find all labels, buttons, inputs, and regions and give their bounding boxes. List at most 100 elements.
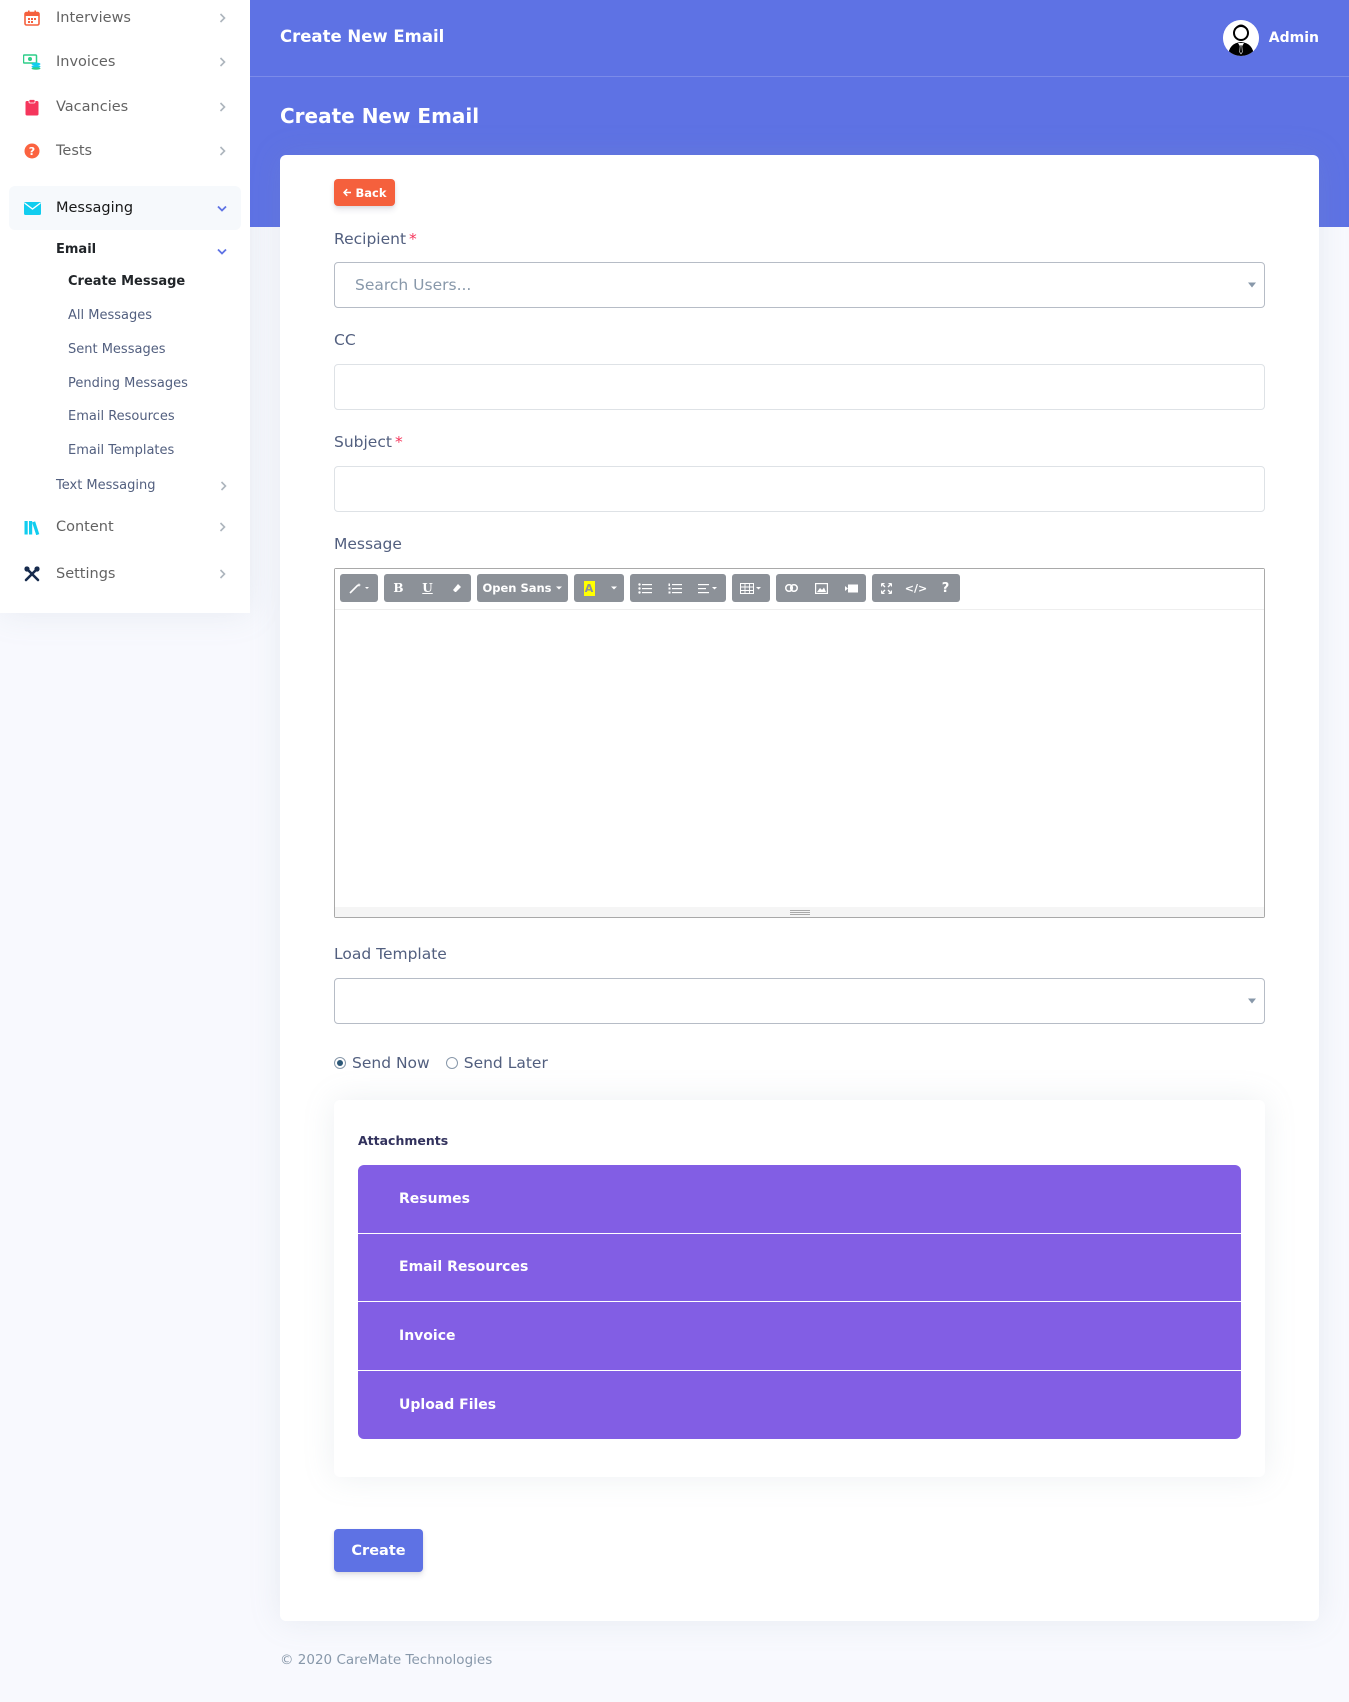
sidebar-item-label: Messaging	[56, 200, 134, 216]
email-form-card: Back Recipient * Search Users... CC Subje…	[280, 155, 1319, 1621]
radio-checked-icon	[334, 1057, 346, 1069]
highlight-color-icon[interactable]: A	[574, 574, 604, 602]
attachments-title: Attachments	[358, 1133, 449, 1148]
ordered-list-icon[interactable]	[660, 574, 690, 602]
message-label: Message	[334, 535, 402, 553]
table-icon[interactable]	[732, 574, 770, 602]
back-button-label: Back	[355, 185, 387, 200]
footer-copyright: © 2020 CareMate Technologies	[280, 1652, 493, 1668]
attachments-accordion: Resumes Email Resources Invoice Upload F…	[358, 1165, 1241, 1439]
toolbar-group-fontname: Open Sans	[477, 574, 568, 602]
chevron-right-icon	[217, 569, 227, 579]
clipboard-icon	[23, 98, 41, 116]
toolbar-group-color: A	[574, 574, 624, 602]
subject-label: Subject *	[334, 433, 403, 451]
svg-text:?: ?	[29, 145, 35, 158]
recipient-label-text: Recipient	[334, 230, 407, 248]
required-mark: *	[394, 433, 403, 451]
attachment-resumes[interactable]: Resumes	[358, 1165, 1241, 1234]
back-button[interactable]: Back	[334, 179, 395, 206]
subject-input[interactable]	[334, 466, 1265, 512]
fullscreen-icon[interactable]	[872, 574, 901, 602]
font-family-value: Open Sans	[482, 581, 552, 595]
message-editor-area[interactable]	[335, 610, 1264, 907]
sidebar-subitem-label: Email	[56, 241, 97, 257]
recipient-select[interactable]: Search Users...	[334, 262, 1265, 308]
load-template-label: Load Template	[334, 945, 447, 963]
sidebar-subitem-text-messaging[interactable]: Text Messaging	[56, 474, 241, 496]
send-later-label: Send Later	[463, 1054, 548, 1072]
sidebar-link-pending-messages[interactable]: Pending Messages	[68, 374, 188, 394]
load-template-select[interactable]	[334, 978, 1265, 1024]
money-icon	[23, 53, 41, 71]
chevron-right-icon	[220, 476, 227, 495]
chevron-right-icon	[217, 13, 227, 23]
editor-toolbar: B U Open Sans A </> ?	[335, 569, 1264, 610]
calendar-icon	[23, 9, 41, 27]
align-dropdown-icon[interactable]	[690, 574, 726, 602]
chevron-right-icon	[217, 102, 227, 112]
eraser-icon[interactable]	[442, 574, 471, 602]
message-editor: B U Open Sans A </> ?	[334, 568, 1265, 918]
chevron-right-icon	[217, 522, 227, 532]
send-now-radio[interactable]: Send Now	[334, 1054, 430, 1072]
envelope-icon	[23, 199, 41, 217]
link-icon[interactable]	[776, 574, 806, 602]
cc-label: CC	[334, 331, 356, 349]
editor-resize-handle[interactable]	[335, 907, 1264, 917]
sidebar-subitem-email[interactable]: Email	[56, 238, 241, 260]
sidebar-link-email-templates[interactable]: Email Templates	[68, 441, 174, 461]
user-menu[interactable]: Admin	[1222, 19, 1319, 57]
sidebar-link-create-message[interactable]: Create Message	[68, 272, 185, 292]
attachments-panel: Attachments Resumes Email Resources Invo…	[334, 1100, 1265, 1477]
sidebar-link-all-messages[interactable]: All Messages	[68, 306, 152, 326]
chevron-right-icon	[217, 57, 227, 67]
caret-down-icon	[1248, 998, 1256, 1004]
attachment-email-resources[interactable]: Email Resources	[358, 1233, 1241, 1302]
sidebar-item-interviews[interactable]: Interviews	[9, 0, 241, 40]
tools-icon	[23, 565, 41, 583]
required-mark: *	[409, 230, 417, 248]
chevron-down-icon	[217, 240, 227, 259]
toolbar-group-table	[732, 574, 770, 602]
underline-icon[interactable]: U	[413, 574, 442, 602]
sidebar-item-label: Settings	[56, 566, 116, 582]
sidebar-item-settings[interactable]: Settings	[9, 552, 241, 596]
attachment-invoice[interactable]: Invoice	[358, 1302, 1241, 1371]
toolbar-group-para	[630, 574, 726, 602]
font-family-dropdown[interactable]: Open Sans	[477, 574, 568, 602]
code-view-icon[interactable]: </>	[901, 574, 931, 602]
create-button[interactable]: Create	[334, 1529, 423, 1572]
sidebar-item-label: Vacancies	[56, 99, 129, 115]
cc-input[interactable]	[334, 364, 1265, 410]
topbar: Create New Email Admin	[250, 0, 1349, 77]
sidebar-item-invoices[interactable]: Invoices	[9, 40, 241, 84]
sidebar-item-label: Tests	[56, 143, 93, 159]
send-later-radio[interactable]: Send Later	[445, 1054, 548, 1072]
bold-icon[interactable]: B	[384, 574, 413, 602]
recipient-label: Recipient *	[334, 230, 417, 248]
subject-label-text: Subject	[334, 433, 392, 451]
sidebar-item-label: Content	[56, 519, 114, 535]
toolbar-group-font: B U	[384, 574, 471, 602]
color-dropdown-caret-icon[interactable]	[604, 574, 624, 602]
sidebar-subitem-label: Text Messaging	[56, 477, 156, 493]
sidebar: Interviews Invoices Vacancies ? Tests Me…	[0, 0, 250, 613]
sidebar-item-tests[interactable]: ? Tests	[9, 129, 241, 173]
bullet-list-icon[interactable]	[630, 574, 660, 602]
arrow-left-icon	[342, 186, 352, 200]
sidebar-item-content[interactable]: Content	[9, 505, 241, 549]
sidebar-link-email-resources[interactable]: Email Resources	[68, 407, 175, 427]
sidebar-item-vacancies[interactable]: Vacancies	[9, 85, 241, 129]
sidebar-item-label: Interviews	[56, 10, 131, 26]
video-icon[interactable]	[836, 574, 866, 602]
sidebar-item-messaging[interactable]: Messaging	[9, 186, 241, 230]
avatar	[1222, 20, 1259, 56]
image-icon[interactable]	[806, 574, 836, 602]
sidebar-link-sent-messages[interactable]: Sent Messages	[68, 340, 165, 360]
attachment-upload-files[interactable]: Upload Files	[358, 1370, 1241, 1439]
radio-unchecked-icon	[445, 1057, 458, 1069]
magic-wand-icon[interactable]	[340, 574, 378, 602]
help-icon[interactable]: ?	[931, 574, 960, 602]
sidebar-item-label: Invoices	[56, 54, 116, 70]
